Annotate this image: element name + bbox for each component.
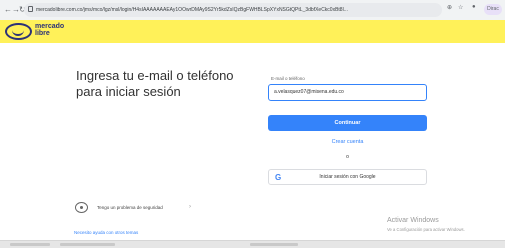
security-problem-link[interactable]: Tengo un problema de seguridad › xyxy=(75,202,205,215)
taskbar-item[interactable] xyxy=(250,243,298,246)
browser-toolbar: ← → ↻ mercadolibre.com.co/jms/mco/lgz/ms… xyxy=(0,0,505,21)
chevron-right-icon: › xyxy=(189,204,191,210)
account-icon[interactable]: ● xyxy=(472,4,476,10)
address-bar[interactable]: mercadolibre.com.co/jms/mco/lgz/msl/logi… xyxy=(24,3,442,17)
email-label: E-mail o teléfono xyxy=(271,76,305,81)
taskbar-item[interactable] xyxy=(60,243,115,246)
bookmark-star-icon[interactable]: ☆ xyxy=(458,4,463,11)
security-problem-label: Tengo un problema de seguridad xyxy=(97,205,163,210)
profile-button[interactable]: Dirac xyxy=(484,4,502,15)
site-info-icon[interactable] xyxy=(28,6,33,12)
security-icon xyxy=(75,202,88,213)
site-header: mercado libre xyxy=(0,20,505,43)
page-title: Ingresa tu e-mail o teléfono para inicia… xyxy=(76,68,234,99)
help-link[interactable]: Necesito ayuda con otros temas xyxy=(74,230,138,235)
logo-line-1: mercado xyxy=(35,23,65,30)
windows-activation-title: Activar Windows xyxy=(387,217,439,224)
back-icon[interactable]: ← xyxy=(4,5,12,15)
create-account-link[interactable]: Crear cuenta xyxy=(268,139,427,145)
windows-activation-subtitle: Ve a Configuración para activar Windows. xyxy=(387,227,465,232)
taskbar-item[interactable] xyxy=(10,243,50,246)
url-text: mercadolibre.com.co/jms/mco/lgz/msl/logi… xyxy=(36,7,348,13)
email-field[interactable]: a.velasquez07@misena.edu.co xyxy=(268,84,427,101)
logo-line-2: libre xyxy=(35,30,50,37)
or-separator: o xyxy=(346,154,349,160)
extension-icon[interactable]: ⊕ xyxy=(447,4,452,11)
mercadolibre-logo-icon[interactable] xyxy=(5,23,32,40)
logo-text[interactable]: mercado libre xyxy=(35,23,75,37)
google-signin-button[interactable]: G Iniciar sesión con Google xyxy=(268,169,427,185)
continue-button[interactable]: Continuar xyxy=(268,115,427,131)
google-signin-label: Iniciar sesión con Google xyxy=(319,174,376,180)
